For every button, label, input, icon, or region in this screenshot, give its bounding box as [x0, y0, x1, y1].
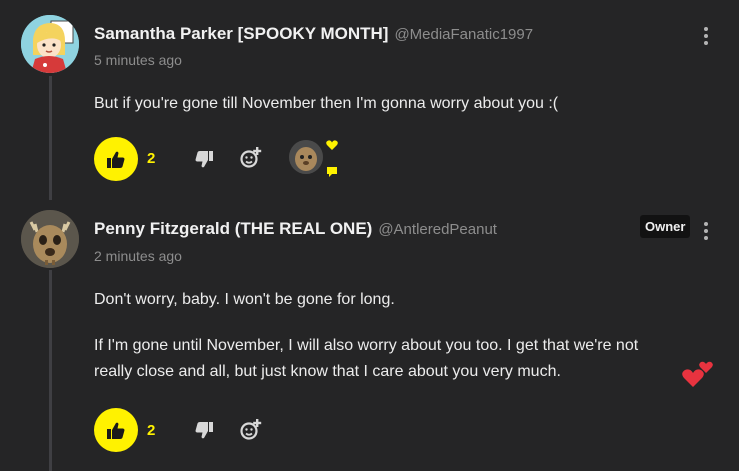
like-button[interactable] [94, 137, 138, 181]
comment-paragraph: But if you're gone till November then I'… [94, 95, 559, 112]
comment-timestamp: 2 minutes ago [94, 248, 182, 264]
antlered-bear-avatar-icon [21, 210, 79, 268]
add-reaction-icon [240, 147, 262, 168]
add-reaction-button[interactable] [239, 418, 263, 442]
like-button[interactable] [94, 408, 138, 452]
dislike-button[interactable] [192, 418, 216, 442]
author-handle[interactable]: @AntleredPeanut [378, 221, 497, 238]
reaction-chip[interactable] [289, 140, 338, 177]
two-hearts-emoji-icon [682, 361, 713, 387]
author-name[interactable]: Penny Fitzgerald (THE REAL ONE) [94, 219, 372, 238]
comment-paragraph: Don't worry, baby. I won't be gone for l… [94, 291, 395, 308]
owner-badge: Owner [640, 215, 691, 238]
reply-thread-line [49, 270, 52, 471]
reaction-user-avatar [289, 140, 323, 174]
author-name[interactable]: Samantha Parker [SPOOKY MONTH] [94, 24, 388, 43]
comment-body: But if you're gone till November then I'… [94, 91, 714, 117]
author-handle[interactable]: @MediaFanatic1997 [394, 26, 533, 43]
like-count: 2 [147, 422, 156, 439]
comment-bubble-icon [327, 167, 337, 177]
heart-icon [326, 140, 338, 150]
add-reaction-button[interactable] [239, 146, 263, 170]
more-options-icon[interactable] [703, 27, 709, 45]
thumbs-up-icon [107, 151, 125, 168]
comment-paragraph: If I'm gone until November, I will also … [94, 333, 704, 385]
thumbs-down-icon [195, 150, 213, 167]
comment-body: Don't worry, baby. I won't be gone for l… [94, 287, 704, 385]
user-avatar[interactable] [21, 210, 79, 268]
reply-thread-line [49, 76, 52, 200]
thumbs-up-icon [107, 422, 125, 439]
comment-timestamp: 5 minutes ago [94, 52, 182, 68]
comment-author: Samantha Parker [SPOOKY MONTH] @MediaFana… [94, 24, 533, 44]
bear-reaction-avatar-icon [289, 140, 323, 174]
cartoon-girl-avatar-icon [21, 15, 79, 73]
user-avatar[interactable] [21, 15, 79, 73]
add-reaction-icon [240, 419, 262, 440]
comment-paragraph-text: If I'm gone until November, I will also … [94, 337, 639, 380]
comment-author: Penny Fitzgerald (THE REAL ONE) @Antlered… [94, 219, 497, 239]
dislike-button[interactable] [192, 147, 216, 171]
thumbs-down-icon [195, 421, 213, 438]
like-count: 2 [147, 150, 156, 167]
more-options-icon[interactable] [703, 222, 709, 240]
